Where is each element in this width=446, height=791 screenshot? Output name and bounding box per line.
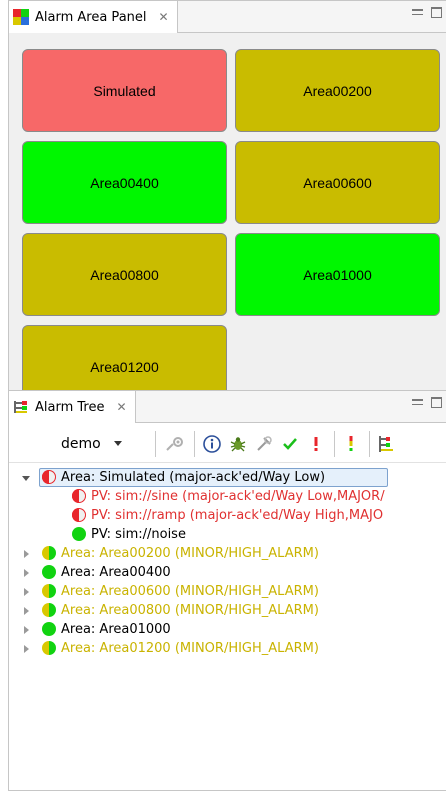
tree-row-label: Area: Area00800 (MINOR/HIGH_ALARM) [61, 603, 319, 618]
minimize-icon[interactable] [412, 9, 423, 15]
alarm-state-icon [72, 489, 86, 503]
alarm-state-icon [42, 470, 56, 484]
config-selector[interactable]: demo [61, 431, 147, 457]
alarm-tree-toolbar: demo [9, 423, 446, 463]
area-panel-tab-label: Alarm Area Panel [35, 9, 147, 25]
expand-arrow-icon[interactable] [24, 549, 29, 558]
alarm-state-icon [42, 603, 56, 617]
acknowledge-icon[interactable] [280, 434, 300, 454]
tree-row-label: PV: sim://ramp (major-ack'ed/Way High,MA… [91, 508, 384, 523]
tree-row[interactable]: Area: Area01200 (MINOR/HIGH_ALARM) [9, 639, 446, 658]
collapse-arrow-icon[interactable] [22, 475, 30, 481]
expand-arrow-icon[interactable] [24, 625, 29, 634]
tree-row-label: Area: Area00400 [61, 565, 171, 580]
tree-row-label: PV: sim://sine (major-ack'ed/Way Low,MAJ… [91, 489, 385, 504]
tree-layout-icon[interactable] [376, 434, 398, 454]
alarm-state-icon [42, 641, 56, 655]
alarm-tree-tab-label: Alarm Tree [35, 399, 105, 415]
info-icon[interactable] [202, 434, 222, 454]
area-button-area01000[interactable]: Area01000 [235, 233, 440, 316]
tree-row[interactable]: Area: Area00600 (MINOR/HIGH_ALARM) [9, 582, 446, 601]
guidance-icon[interactable] [254, 434, 274, 454]
alarm-tree-view: Alarm Tree ✕ demo Area: Simulated (major… [8, 390, 446, 791]
tree-row[interactable]: Area: Simulated (major-ack'ed/Way Low) [9, 468, 446, 487]
tree-row-label: Area: Area00200 (MINOR/HIGH_ALARM) [61, 546, 319, 561]
expand-arrow-icon[interactable] [24, 606, 29, 615]
toolbar-separator [194, 431, 195, 457]
area-button-area00400[interactable]: Area00400 [22, 141, 227, 224]
close-icon[interactable]: ✕ [159, 10, 169, 24]
tree-row[interactable]: PV: sim://ramp (major-ack'ed/Way High,MA… [9, 506, 446, 525]
area-panel-view-controls [412, 7, 442, 18]
area-panel-icon [13, 9, 29, 25]
alarm-tree-tabbar: Alarm Tree ✕ [9, 391, 446, 423]
alarm-state-icon [42, 546, 56, 560]
alarm-tree-list: Area: Simulated (major-ack'ed/Way Low) P… [9, 463, 446, 658]
expand-arrow-icon[interactable] [24, 568, 29, 577]
area-panel-tabbar: Alarm Area Panel ✕ [9, 1, 446, 33]
bug-icon[interactable] [228, 434, 248, 454]
area-button-area00800[interactable]: Area00800 [22, 233, 227, 316]
alarm-state-icon [42, 584, 56, 598]
tree-row-label: Area: Simulated (major-ack'ed/Way Low) [61, 470, 326, 485]
tree-row-label: PV: sim://noise [91, 527, 186, 542]
toolbar-separator [155, 431, 156, 457]
tab-alarm-tree[interactable]: Alarm Tree ✕ [9, 391, 136, 423]
tree-row-label: Area: Area01200 (MINOR/HIGH_ALARM) [61, 641, 319, 656]
area-button-area00600[interactable]: Area00600 [235, 141, 440, 224]
tree-row[interactable]: Area: Area00800 (MINOR/HIGH_ALARM) [9, 601, 446, 620]
alarm-area-panel-view: Alarm Area Panel ✕ Simulated Area00200 A… [8, 0, 446, 408]
expand-arrow-icon[interactable] [24, 644, 29, 653]
area-button-area00200[interactable]: Area00200 [235, 49, 440, 132]
close-icon[interactable]: ✕ [116, 400, 126, 414]
toolbar-separator [334, 431, 335, 457]
maximize-severity-icon[interactable] [341, 434, 361, 454]
unacknowledge-icon[interactable] [306, 434, 326, 454]
alarm-state-icon [42, 565, 56, 579]
alarm-tree-view-controls [412, 397, 442, 408]
tab-alarm-area-panel[interactable]: Alarm Area Panel ✕ [9, 1, 178, 33]
alarm-state-icon [72, 508, 86, 522]
tree-row-label: Area: Area01000 [61, 622, 171, 637]
area-panel-body: Simulated Area00200 Area00400 Area00600 … [9, 33, 446, 408]
maximize-icon[interactable] [431, 397, 442, 408]
toolbar-separator [369, 431, 370, 457]
expand-arrow-icon[interactable] [24, 587, 29, 596]
tree-row-label: Area: Area00600 (MINOR/HIGH_ALARM) [61, 584, 319, 599]
alarm-tree-icon [14, 401, 27, 413]
alarm-state-icon [42, 622, 56, 636]
config-selector-value: demo [61, 436, 101, 452]
tree-row[interactable]: Area: Area00400 [9, 563, 446, 582]
tree-row[interactable]: PV: sim://sine (major-ack'ed/Way Low,MAJ… [9, 487, 446, 506]
area-button-simulated[interactable]: Simulated [22, 49, 227, 132]
tree-row[interactable]: Area: Area01000 [9, 620, 446, 639]
search-pv-icon[interactable] [165, 435, 187, 453]
tree-row[interactable]: PV: sim://noise [9, 525, 446, 544]
tree-row[interactable]: Area: Area00200 (MINOR/HIGH_ALARM) [9, 544, 446, 563]
minimize-icon[interactable] [412, 399, 423, 405]
maximize-icon[interactable] [431, 7, 442, 18]
alarm-state-icon [72, 527, 86, 541]
chevron-down-icon [113, 441, 122, 446]
